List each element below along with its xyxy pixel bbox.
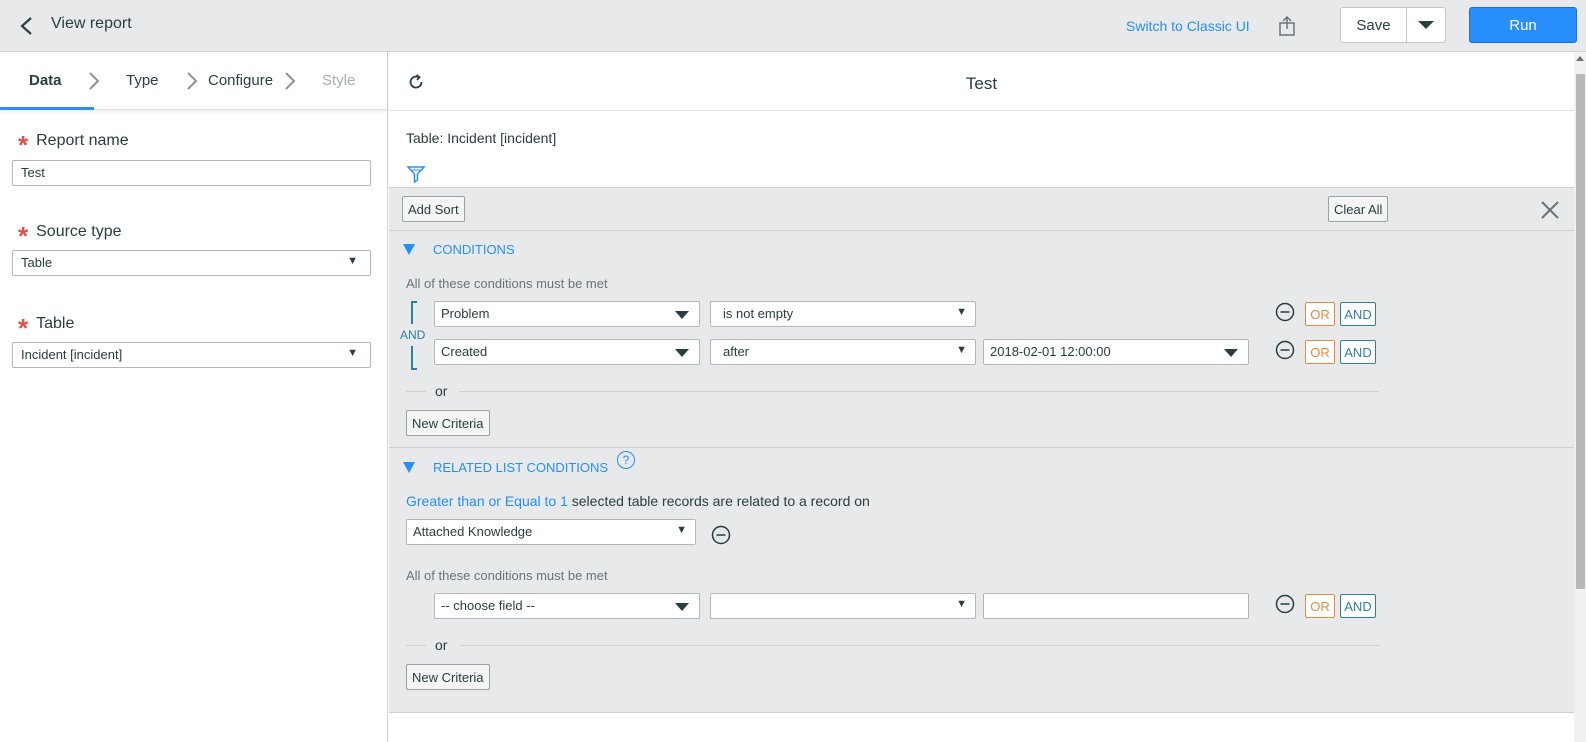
chevron-left-icon[interactable] (16, 14, 38, 38)
table-breadcrumb: Table: Incident [incident] (406, 130, 557, 146)
left-panel: Data Type Configure Style * Report name … (0, 52, 388, 742)
report-preview-panel: Test Table: Incident [incident] Add Sort… (389, 52, 1574, 742)
remove-condition-icon[interactable] (1275, 594, 1295, 614)
collapse-triangle-icon (403, 462, 415, 473)
or-button[interactable]: OR (1305, 594, 1335, 618)
caret-down-icon: ▼ (347, 255, 358, 267)
report-name-label: * Report name (18, 130, 129, 160)
and-button[interactable]: AND (1340, 340, 1376, 364)
or-separator-label: or (435, 383, 448, 399)
or-separator-label: or (435, 637, 448, 653)
chevron-right-icon (285, 72, 296, 90)
related-conditions-hint: All of these conditions must be met (406, 568, 608, 583)
add-sort-button[interactable]: Add Sort (402, 196, 465, 222)
remove-condition-icon[interactable] (1275, 340, 1295, 360)
help-icon[interactable]: ? (617, 451, 635, 469)
condition-operator-select[interactable]: after ▼ (710, 339, 976, 365)
and-button[interactable]: AND (1340, 302, 1376, 326)
source-type-select[interactable]: Table ▼ (12, 250, 371, 276)
caret-down-icon: ▼ (956, 344, 967, 356)
related-condition-value-input[interactable] (983, 593, 1249, 619)
top-bar: View report Switch to Classic UI Save Ru… (0, 0, 1586, 52)
chevron-down-icon (675, 311, 689, 319)
required-icon: * (18, 130, 29, 160)
wizard-steps: Data Type Configure Style (0, 52, 387, 110)
chevron-down-icon (1224, 349, 1238, 357)
run-button[interactable]: Run (1469, 7, 1577, 43)
chevron-down-icon (675, 603, 689, 611)
save-button[interactable]: Save (1341, 8, 1407, 42)
report-header: Test (389, 52, 1574, 111)
step-configure[interactable]: Configure (208, 72, 273, 89)
chevron-right-icon (187, 72, 198, 90)
new-criteria-button[interactable]: New Criteria (406, 664, 490, 690)
divider (389, 230, 1574, 231)
and-bracket-top (411, 301, 417, 324)
report-title: Test (965, 74, 998, 93)
save-button-group: Save (1340, 7, 1446, 43)
condition-value-select[interactable]: 2018-02-01 12:00:00 (983, 339, 1249, 365)
filter-icon[interactable] (406, 164, 426, 184)
active-step-indicator (0, 107, 94, 110)
or-button[interactable]: OR (1305, 340, 1335, 364)
related-list-select[interactable]: Attached Knowledge ▼ (406, 519, 696, 545)
related-list-sentence: Greater than or Equal to 1 selected tabl… (406, 493, 870, 509)
page-title: View report (51, 15, 132, 32)
and-bracket-bottom (411, 346, 417, 370)
source-type-label: * Source type (18, 221, 122, 251)
and-button[interactable]: AND (1340, 594, 1376, 618)
conditions-section-toggle[interactable]: CONDITIONS (403, 242, 515, 257)
scrollbar-thumb[interactable] (1576, 74, 1585, 589)
caret-down-icon (1418, 21, 1434, 29)
collapse-triangle-icon (403, 244, 415, 255)
related-list-section-toggle[interactable]: RELATED LIST CONDITIONS (403, 460, 608, 475)
or-divider-right (459, 391, 1379, 392)
or-divider-left (406, 645, 426, 646)
or-divider-left (406, 391, 426, 392)
step-data[interactable]: Data (29, 72, 62, 89)
required-icon: * (18, 313, 29, 343)
chevron-down-icon (675, 349, 689, 357)
step-type[interactable]: Type (126, 72, 159, 89)
or-divider-right (459, 645, 1379, 646)
condition-operator-select[interactable]: is not empty ▼ (710, 301, 976, 327)
and-group-label: AND (400, 328, 426, 342)
caret-down-icon: ▼ (676, 524, 687, 536)
clear-all-button[interactable]: Clear All (1328, 196, 1389, 222)
step-style: Style (322, 72, 356, 89)
chevron-right-icon (89, 72, 100, 90)
share-icon[interactable] (1276, 14, 1298, 38)
condition-field-select[interactable]: Problem (434, 301, 700, 327)
related-condition-field-select[interactable]: -- choose field -- (434, 593, 700, 619)
caret-down-icon: ▼ (956, 306, 967, 318)
remove-condition-icon[interactable] (1275, 302, 1295, 322)
condition-field-select[interactable]: Created (434, 339, 700, 365)
new-criteria-button[interactable]: New Criteria (406, 410, 490, 436)
scrollbar[interactable] (1574, 52, 1586, 742)
caret-down-icon: ▼ (347, 347, 358, 359)
or-button[interactable]: OR (1305, 302, 1335, 326)
related-condition-operator-select[interactable]: ▼ (710, 593, 976, 619)
table-select[interactable]: Incident [incident] ▼ (12, 342, 371, 368)
conditions-hint: All of these conditions must be met (406, 276, 608, 291)
divider (389, 447, 1574, 448)
scroll-up-arrow-icon[interactable] (1576, 56, 1584, 61)
caret-down-icon: ▼ (956, 598, 967, 610)
save-options-button[interactable] (1407, 8, 1445, 42)
required-icon: * (18, 221, 29, 251)
remove-related-list-icon[interactable] (711, 525, 731, 545)
table-label: * Table (18, 313, 75, 343)
report-name-input[interactable]: Test (12, 160, 371, 186)
related-quantity-link[interactable]: Greater than or Equal to 1 (406, 493, 568, 509)
close-icon[interactable] (1539, 199, 1561, 221)
switch-classic-ui-link[interactable]: Switch to Classic UI (1126, 18, 1250, 34)
condition-builder: Add Sort Clear All CONDITIONS All of the… (389, 187, 1574, 713)
